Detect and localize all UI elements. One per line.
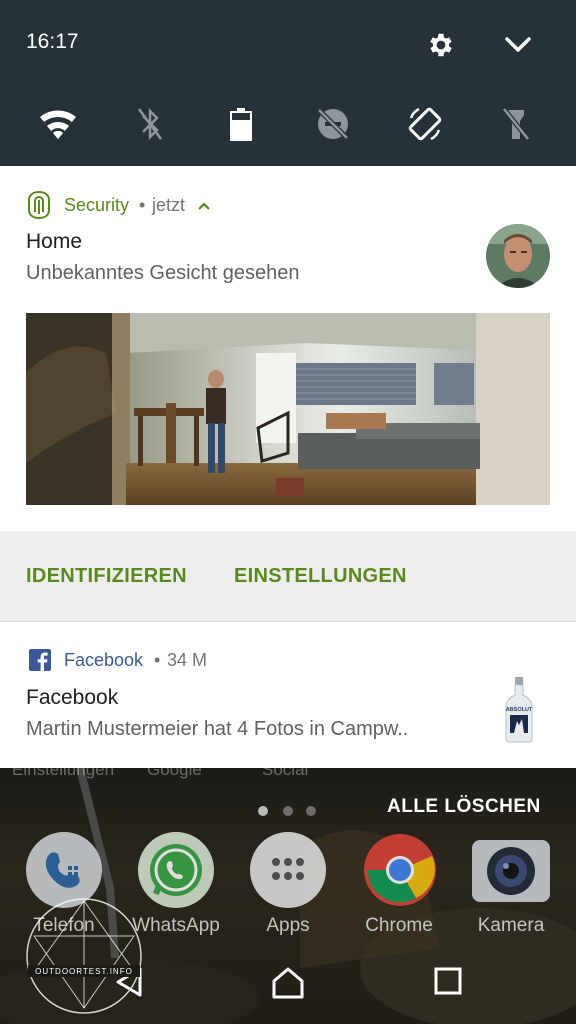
wifi-icon[interactable]: [38, 104, 78, 144]
chevron-up-icon[interactable]: [196, 200, 212, 212]
notification-title: Facebook: [26, 686, 119, 709]
folder-label[interactable]: Google: [147, 768, 202, 780]
avatar: [486, 224, 550, 288]
apps-icon[interactable]: [250, 832, 326, 908]
dock-label-chrome: Chrome: [365, 915, 433, 936]
bottle-thumbnail-image: ABSOLUT: [505, 677, 533, 743]
gear-icon[interactable]: [426, 30, 456, 60]
whatsapp-icon[interactable]: [138, 832, 214, 908]
notification-actions: IDENTIFIZIEREN EINSTELLUNGEN: [0, 531, 576, 622]
do-not-disturb-icon[interactable]: [313, 104, 353, 144]
dock-label-apps: Apps: [266, 915, 310, 936]
camera-icon[interactable]: [472, 840, 550, 902]
bottle-brand-text: ABSOLUT: [506, 707, 533, 713]
bluetooth-off-icon[interactable]: [130, 104, 170, 144]
app-name: Security: [64, 195, 130, 215]
recents-icon[interactable]: [432, 965, 464, 997]
watermark-text: OUTDOORTEST.INFO: [35, 967, 133, 976]
battery-icon: [221, 104, 261, 144]
notification-time: jetzt: [152, 195, 186, 215]
separator: •: [154, 650, 161, 670]
folder-label[interactable]: Social: [262, 768, 308, 780]
settings-button[interactable]: EINSTELLUNGEN: [234, 565, 407, 588]
fingerprint-shield-icon: [28, 190, 50, 220]
quick-settings-panel: 16:17: [0, 0, 576, 166]
page-indicator-dot: [283, 806, 293, 816]
notification-title: Home: [26, 230, 83, 253]
camera-snapshot-image[interactable]: [26, 313, 550, 505]
chrome-icon[interactable]: [362, 832, 438, 908]
app-name: Facebook: [64, 650, 144, 670]
home-icon[interactable]: [270, 965, 306, 1001]
notification-time: 34 M: [167, 650, 208, 670]
chevron-down-icon[interactable]: [502, 30, 534, 60]
folder-label[interactable]: Einstellungen: [12, 768, 114, 780]
home-screen: Einstellungen Google Social ALLE LÖSCHEN: [0, 768, 576, 1024]
identify-button[interactable]: IDENTIFIZIEREN: [26, 565, 187, 588]
facebook-notification[interactable]: Facebook • 34 M Facebook Martin Musterme…: [0, 622, 576, 768]
clear-all-button[interactable]: ALLE LÖSCHEN: [387, 796, 541, 818]
clock: 16:17: [26, 30, 79, 53]
notification-text: Martin Mustermeier hat 4 Fotos in Campw.…: [26, 718, 409, 740]
flashlight-off-icon[interactable]: [496, 104, 536, 144]
page-indicator-dot: [258, 806, 268, 816]
auto-rotate-icon[interactable]: [405, 104, 445, 144]
facebook-icon: [29, 649, 51, 671]
security-notification[interactable]: Security • jetzt Home Unbekanntes Gesich…: [0, 166, 576, 531]
separator: •: [139, 195, 146, 215]
notification-text: Unbekanntes Gesicht gesehen: [26, 262, 300, 284]
watermark-logo: OUTDOORTEST.INFO: [26, 898, 142, 1014]
dock-label-camera: Kamera: [477, 915, 545, 936]
page-indicator-dot: [306, 806, 316, 816]
